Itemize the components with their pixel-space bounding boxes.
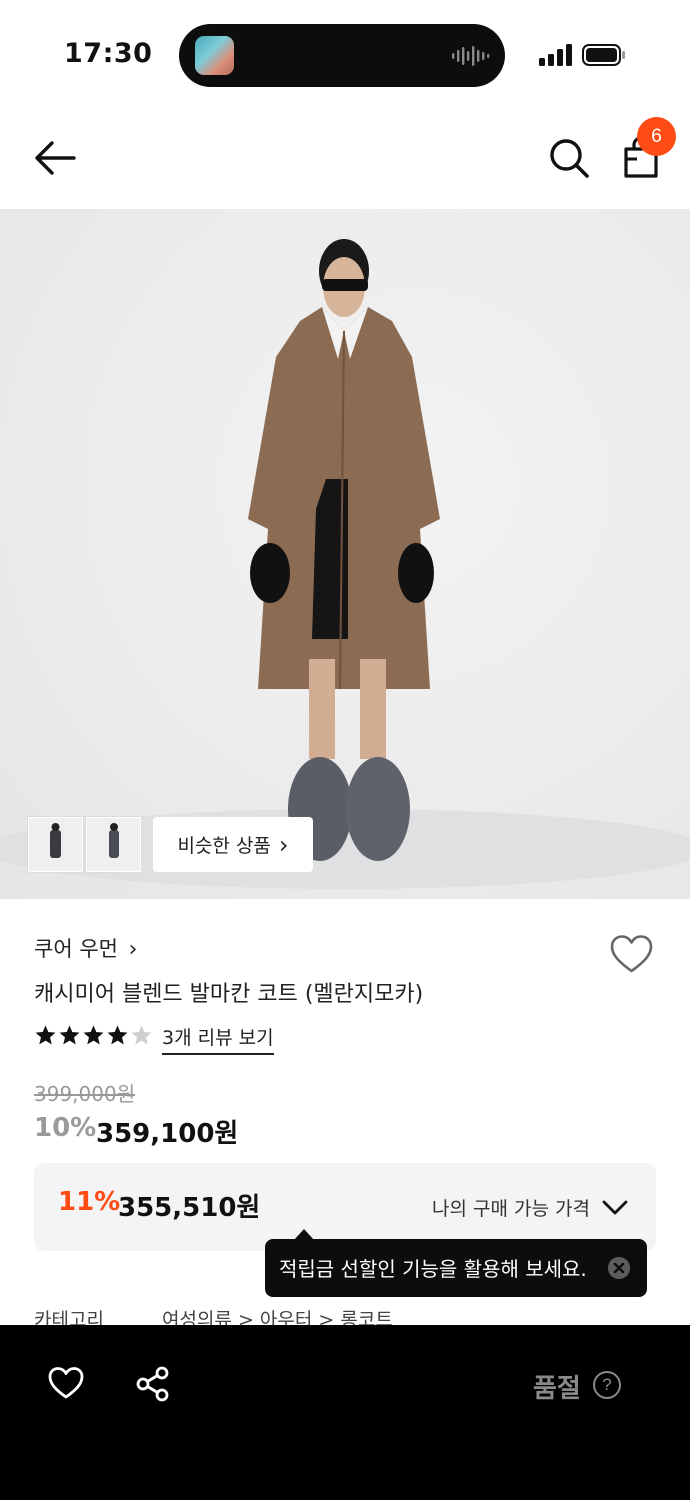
heart-icon[interactable] xyxy=(47,1366,85,1400)
sale-price: 359,100원 xyxy=(96,1119,239,1149)
product-photo xyxy=(0,239,690,889)
my-purchase-price: 355,510원 xyxy=(118,1193,261,1223)
star-icon xyxy=(35,1025,56,1045)
close-icon[interactable] xyxy=(608,1257,630,1279)
original-price: 399,000원 xyxy=(34,1082,136,1106)
star-icon xyxy=(83,1025,104,1045)
product-title: 캐시미어 블렌드 발마칸 코트 (멜란지모카) xyxy=(34,982,424,1007)
chevron-right-icon: › xyxy=(278,830,289,859)
gallery-thumbnail-2[interactable] xyxy=(86,817,141,872)
my-price-label[interactable]: 나의 구매 가능 가격 xyxy=(432,1194,590,1221)
star-icon-empty xyxy=(131,1025,152,1045)
status-time: 17:30 xyxy=(64,38,153,69)
share-icon[interactable] xyxy=(134,1365,172,1403)
help-icon[interactable]: ? xyxy=(593,1371,621,1399)
reviews-link[interactable]: 3개 리뷰 보기 xyxy=(162,1023,274,1055)
wishlist-heart-icon[interactable] xyxy=(609,934,654,974)
brand-link[interactable]: 쿠어 우먼 › xyxy=(34,933,137,963)
similar-products-button[interactable]: 비슷한 상품 › xyxy=(153,817,313,872)
now-playing-artwork xyxy=(195,36,234,75)
sold-out-status: 품절 xyxy=(533,1374,581,1404)
similar-products-label: 비슷한 상품 xyxy=(177,835,271,857)
battery-icon xyxy=(582,44,625,66)
star-rating xyxy=(34,1024,153,1050)
thumbnail-image xyxy=(87,818,140,871)
back-arrow-icon[interactable] xyxy=(34,139,76,177)
star-icon xyxy=(107,1025,128,1045)
gallery-thumbnail-1[interactable] xyxy=(28,817,83,872)
search-icon[interactable] xyxy=(548,137,590,179)
cellular-signal-icon xyxy=(539,44,572,66)
tooltip-text: 적립금 선할인 기능을 활용해 보세요. xyxy=(279,1257,587,1281)
bottom-action-bar xyxy=(0,1325,690,1500)
audio-waveform-icon xyxy=(452,46,490,66)
product-image[interactable] xyxy=(0,209,690,899)
brand-name: 쿠어 우먼 xyxy=(34,937,118,961)
cart-count-badge: 6 xyxy=(637,117,676,156)
my-discount-rate: 11% xyxy=(58,1187,121,1217)
chevron-right-icon: › xyxy=(128,937,138,962)
star-icon xyxy=(59,1025,80,1045)
thumbnail-image xyxy=(29,818,82,871)
discount-rate: 10% xyxy=(34,1113,97,1143)
chevron-down-icon[interactable] xyxy=(601,1196,629,1218)
